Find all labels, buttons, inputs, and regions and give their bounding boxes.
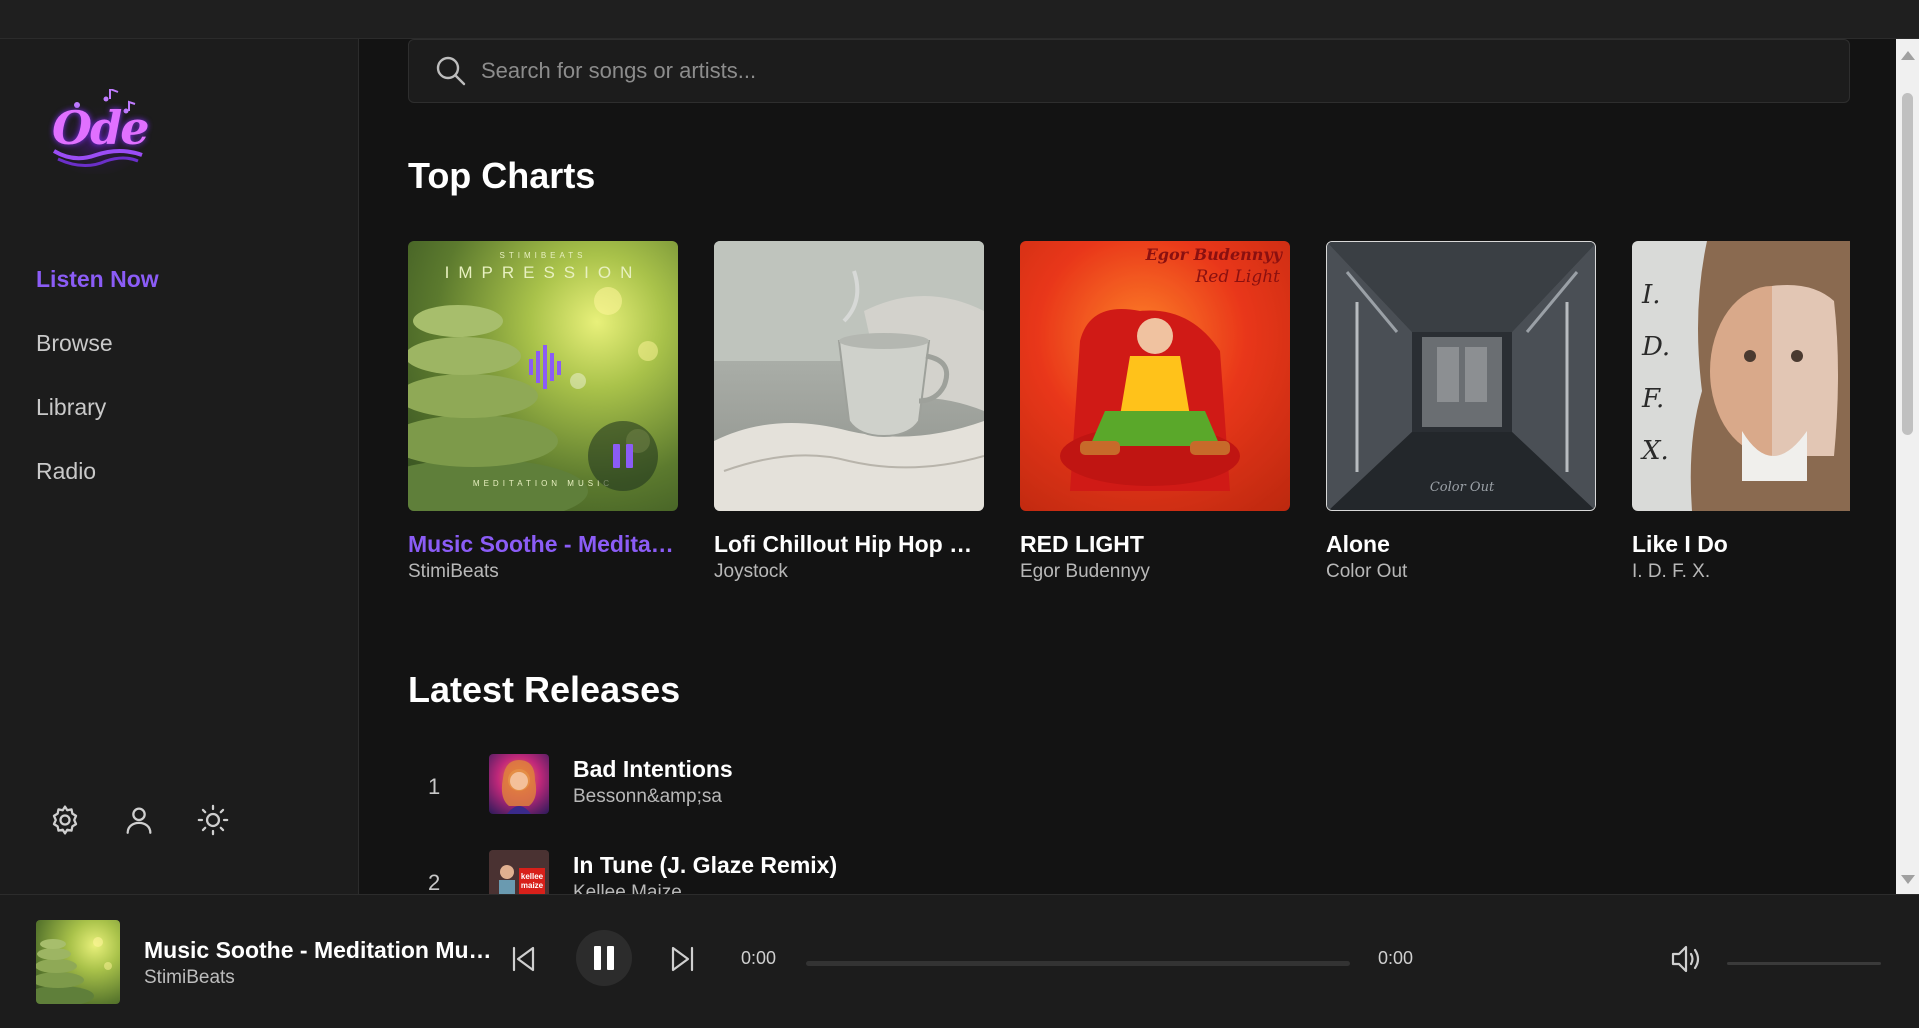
art-label-main: Color Out [1429, 480, 1495, 495]
play-pause-button[interactable] [576, 930, 632, 986]
card-title: Like I Do [1632, 531, 1728, 557]
now-playing-title: Music Soothe - Meditation Music [144, 937, 494, 963]
ode-logo[interactable]: Ode [44, 87, 150, 175]
release-number: 2 [428, 870, 441, 894]
card-pause-button[interactable] [588, 421, 658, 491]
release-number: 1 [428, 774, 441, 799]
card-artist: Color Out [1326, 561, 1408, 582]
total-time: 0:00 [1378, 948, 1414, 968]
sidebar-actions [48, 803, 230, 837]
card-title: Alone [1326, 531, 1390, 557]
card-artist: I. D. F. X. [1632, 561, 1711, 582]
album-art [714, 241, 984, 511]
app-root: Ode Listen Now Browse Library Radio Sear… [0, 0, 1919, 1028]
card-title: RED LIGHT [1020, 531, 1144, 557]
main-content: Top Charts [360, 39, 1896, 894]
scroll-down-arrow[interactable] [1901, 875, 1915, 884]
card-title: Lofi Chillout Hip Hop Beats [714, 531, 984, 557]
album-art: Color Out [1326, 241, 1596, 511]
latest-releases-list: 1 Bad Intentions Bessonn&amp;sa 2 kellee… [408, 746, 1850, 894]
previous-track-button[interactable] [506, 941, 542, 977]
skip-back-icon [512, 946, 535, 972]
nav-browse[interactable]: Browse [36, 325, 159, 389]
release-art: kellee maize [489, 850, 549, 894]
top-charts-heading: Top Charts [408, 155, 596, 196]
album-art: Egor Budennyy Red Light [1020, 241, 1290, 511]
release-art [489, 754, 549, 814]
settings-icon[interactable] [48, 803, 82, 837]
next-track-button[interactable] [664, 941, 700, 977]
search-input[interactable] [481, 50, 1821, 92]
player-bar: Music Soothe - Meditation Music StimiBea… [0, 894, 1919, 1028]
card-artist: StimiBeats [408, 561, 499, 582]
chart-card[interactable]: STIMIBEATS IMPRESSION MEDITATION MUSIC M… [408, 241, 678, 583]
top-charts-carousel: STIMIBEATS IMPRESSION MEDITATION MUSIC M… [408, 241, 1850, 601]
current-time: 0:00 [741, 948, 777, 968]
volume-icon[interactable] [1668, 941, 1704, 977]
card-artist: Joystock [714, 561, 788, 582]
art-label-top: STIMIBEATS [499, 251, 587, 260]
nav-radio[interactable]: Radio [36, 453, 159, 517]
art-label-main: Red Light [1195, 267, 1280, 287]
release-row[interactable]: 1 Bad Intentions Bessonn&amp;sa [408, 746, 1850, 842]
scroll-up-arrow[interactable] [1901, 51, 1915, 60]
now-playing-artist: StimiBeats [144, 967, 235, 988]
chart-card[interactable]: Lofi Chillout Hip Hop Beats Joystock [714, 241, 984, 583]
user-icon[interactable] [122, 803, 156, 837]
volume-slider[interactable] [1727, 962, 1881, 965]
top-bar [0, 0, 1919, 39]
search-icon [436, 56, 466, 86]
theme-sun-icon[interactable] [196, 803, 230, 837]
skip-forward-icon [671, 946, 694, 972]
pause-icon [594, 946, 614, 970]
now-playing-art [36, 920, 120, 1004]
search-bar [408, 39, 1850, 103]
chart-card[interactable]: Egor Budennyy Red Light RED LIGHT Egor B… [1020, 241, 1290, 583]
chart-card[interactable]: Color Out Alone Color Out [1326, 241, 1596, 583]
release-artist: Bessonn&amp;sa [573, 786, 722, 807]
card-title: Music Soothe - Meditation Music [408, 531, 678, 557]
logo-text: Ode [52, 101, 150, 155]
main-nav: Listen Now Browse Library Radio [36, 261, 159, 517]
album-art: STIMIBEATS IMPRESSION MEDITATION MUSIC [408, 241, 678, 511]
nav-listen-now[interactable]: Listen Now [36, 261, 159, 325]
release-row[interactable]: 2 kellee maize In Tune (J. Glaze Remix) … [408, 842, 1850, 894]
chart-card[interactable]: I. D. F. X. Like I Do I. D. F. X. [1632, 241, 1850, 583]
release-art-label: kellee maize [520, 872, 544, 890]
art-label-main: IMPRESSION [444, 263, 642, 282]
art-label-top: Egor Budennyy [1145, 245, 1282, 264]
card-artist: Egor Budennyy [1020, 561, 1150, 582]
release-artist: Kellee Maize [573, 882, 682, 894]
progress-bar[interactable] [806, 961, 1350, 966]
sidebar: Ode Listen Now Browse Library Radio [0, 39, 359, 894]
main-scrollbar[interactable] [1896, 39, 1919, 894]
nav-library[interactable]: Library [36, 389, 159, 453]
latest-releases-heading: Latest Releases [408, 669, 681, 710]
release-title: In Tune (J. Glaze Remix) [573, 852, 838, 878]
art-label-main: I. D. F. X. [1642, 280, 1671, 466]
album-art: I. D. F. X. [1632, 241, 1850, 511]
scroll-thumb[interactable] [1902, 93, 1913, 435]
release-title: Bad Intentions [573, 756, 733, 782]
pause-icon [613, 444, 633, 468]
